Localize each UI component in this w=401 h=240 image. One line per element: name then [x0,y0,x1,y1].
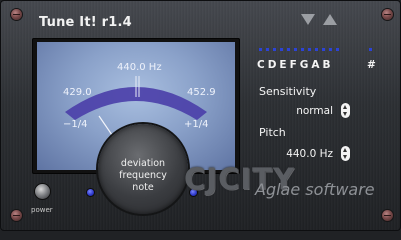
note-dot-g [308,48,311,51]
note-dot-a-sharp [329,48,332,51]
app-title: Tune It! r1.4 [39,15,132,30]
pitch-label: Pitch [259,126,286,139]
hub-label-frequency: frequency [119,170,167,181]
hub-label-deviation: deviation [120,158,166,169]
power-button[interactable] [35,184,50,199]
sharp-indicator-dot [369,48,372,51]
sensitivity-stepper[interactable] [341,103,350,118]
note-dot-c [259,48,262,51]
note-dot-d-sharp [280,48,283,51]
screw-top-right [382,9,393,20]
note-letters: CDEFGAB [257,59,334,71]
note-dot-a [322,48,325,51]
tuner-panel: Tune It! r1.4 440.0 Hz 429.0 452.9 −1/4 … [0,0,401,231]
sensitivity-label: Sensitivity [259,85,317,98]
left-tick-label: −1/4 [63,119,88,130]
screw-bottom-right [382,210,393,221]
sharp-symbol: # [367,59,376,71]
note-dot-f-sharp [301,48,304,51]
note-dot-e [287,48,290,51]
collapse-arrow-icon[interactable] [301,14,315,25]
hub-label-note: note [132,182,154,193]
pitch-value[interactable]: 440.0 Hz [271,148,333,160]
note-dot-f [294,48,297,51]
pitch-stepper[interactable] [341,146,350,161]
right-frequency: 452.9 [187,87,216,98]
right-tick-label: +1/4 [184,119,209,130]
left-frequency: 429.0 [63,87,92,98]
center-frequency: 440.0 Hz [117,62,162,73]
expand-arrow-icon[interactable] [323,14,337,25]
screw-bottom-left [11,210,22,221]
note-dot-b [336,48,339,51]
led-left-indicator [87,189,94,196]
sensitivity-value[interactable]: normal [281,105,333,117]
screw-top-left [11,9,22,20]
note-dot-d [273,48,276,51]
brand-label: Aglae software [255,180,375,199]
note-dot-c-sharp [266,48,269,51]
note-dot-g-sharp [315,48,318,51]
power-label: power [31,206,53,214]
